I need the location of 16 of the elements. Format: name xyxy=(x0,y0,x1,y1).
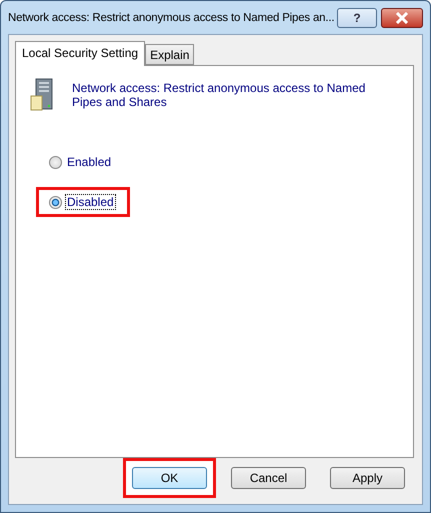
tab[interactable]: Explain xyxy=(145,44,194,65)
radio-label: Disabled xyxy=(66,195,115,209)
radio-button[interactable] xyxy=(49,196,62,208)
dialog-button[interactable]: Cancel xyxy=(231,467,306,489)
window-title: Network access: Restrict anonymous access to Named Pipes an... xyxy=(8,12,333,24)
dialog-button[interactable]: OK xyxy=(132,467,207,489)
radio-button[interactable] xyxy=(49,156,62,168)
close-button[interactable] xyxy=(381,8,423,28)
dialog-button[interactable]: Apply xyxy=(330,467,405,489)
radio-option[interactable]: Disabled xyxy=(36,187,130,217)
close-icon xyxy=(395,12,409,24)
radio-option[interactable]: Enabled xyxy=(36,147,128,177)
policy-name: Network access: Restrict anonymous access to Named Pipes and Shares xyxy=(72,80,366,109)
help-button[interactable]: ? xyxy=(337,8,377,28)
radio-label: Enabled xyxy=(66,155,112,169)
tab[interactable]: Local Security Setting xyxy=(15,41,146,66)
